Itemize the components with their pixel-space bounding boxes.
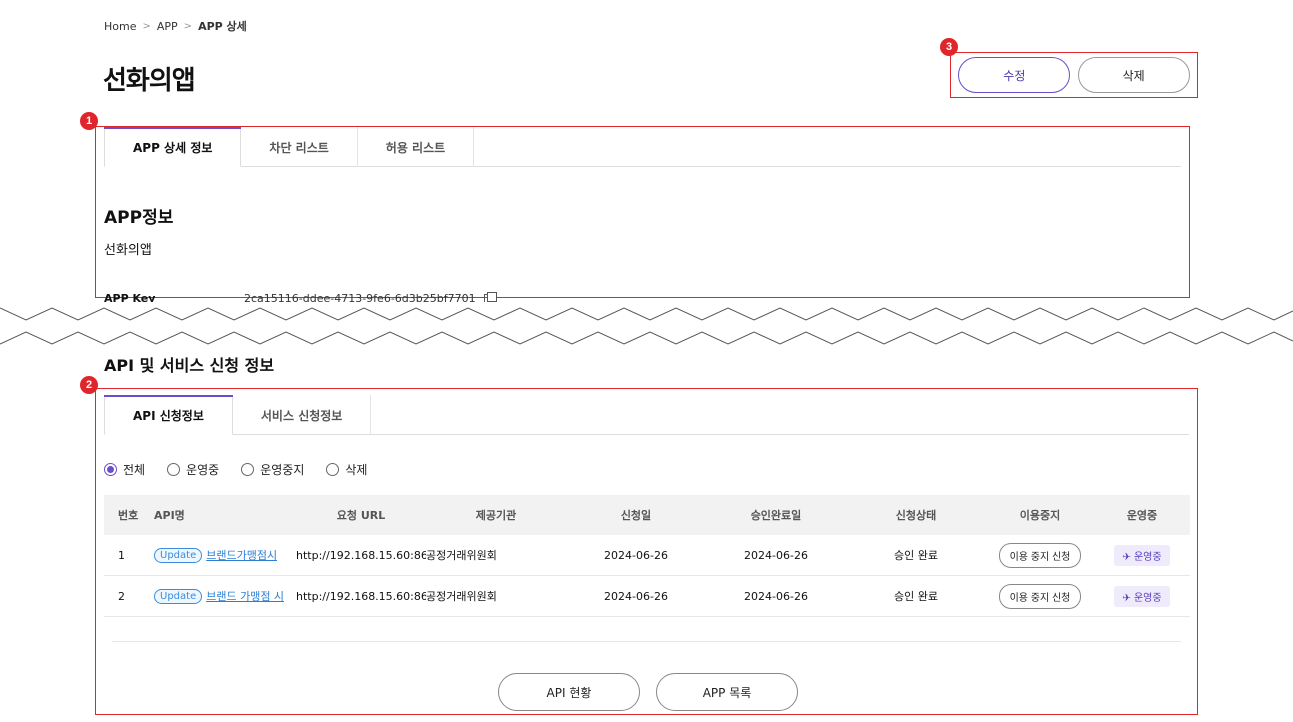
row-no: 1	[118, 548, 125, 562]
filter-label: 전체	[123, 463, 146, 477]
running-badge: ✈ 운영중	[1114, 585, 1170, 607]
bottom-actions: API 현황 APP 목록	[498, 673, 798, 711]
breadcrumb-app[interactable]: APP	[157, 20, 178, 33]
tab-allow-list[interactable]: 허용 리스트	[358, 127, 475, 167]
row-no: 2	[118, 589, 125, 603]
tab-block-list[interactable]: 차단 리스트	[241, 127, 358, 167]
page-break-divider	[0, 302, 1293, 345]
col-header-status: 신청상태	[895, 509, 937, 522]
col-header-approved: 승인완료일	[750, 509, 802, 522]
col-header-no: 번호	[118, 509, 139, 522]
row-approved-date: 2024-06-26	[744, 589, 808, 603]
app-info-section: APP 상세 정보 차단 리스트 허용 리스트 APP정보 선화의앱	[95, 126, 1190, 298]
stop-request-button[interactable]: 이용 중지 신청	[998, 583, 1082, 609]
col-header-url: 요청 URL	[336, 509, 386, 522]
app-info-title: APP정보	[104, 208, 174, 228]
radio-icon	[241, 463, 255, 476]
app-name: 선화의앱	[104, 243, 152, 258]
radio-icon	[167, 463, 181, 476]
top-actions: 수정 삭제	[950, 52, 1198, 98]
row-org: 공정거래위원회	[426, 590, 497, 603]
filter-label: 삭제	[345, 463, 368, 477]
update-badge: Update	[154, 588, 203, 604]
api-status-button[interactable]: API 현황	[498, 673, 640, 711]
radio-checked-icon	[104, 463, 117, 476]
col-header-org: 제공기관	[475, 509, 517, 522]
table-row: 2 Update 브랜드 가맹점 시 http://192.168.15.60:…	[104, 576, 1190, 617]
app-tabs: APP 상세 정보 차단 리스트 허용 리스트	[104, 127, 1181, 167]
filter-stopped[interactable]: 운영중지	[241, 461, 304, 478]
row-running-cell: ✈ 운영중	[1094, 544, 1190, 566]
table-row: 1 Update 브랜드가맹점시 http://192.168.15.60:86…	[104, 535, 1190, 576]
breadcrumb-current: APP 상세	[198, 20, 247, 33]
row-stop-cell: 이용 중지 신청	[986, 542, 1094, 568]
filter-deleted[interactable]: 삭제	[326, 461, 367, 478]
tab-api-application[interactable]: API 신청정보	[104, 395, 233, 435]
api-name-link[interactable]: 브랜드가맹점시	[206, 547, 277, 563]
filter-label: 운영중	[186, 463, 220, 477]
col-header-running: 운영중	[1126, 509, 1158, 522]
delete-button[interactable]: 삭제	[1077, 57, 1190, 93]
radio-icon	[326, 463, 340, 476]
row-url: http://192.168.15.60:86...	[296, 589, 426, 603]
row-applied-date: 2024-06-26	[604, 589, 668, 603]
table-divider	[112, 641, 1181, 642]
table-header: 번호 API명 요청 URL 제공기관 신청일 승인완료일 신청상태 이용중지 …	[104, 495, 1190, 535]
api-tabs: API 신청정보 서비스 신청정보	[104, 395, 1189, 435]
app-list-button[interactable]: APP 목록	[656, 673, 798, 711]
update-badge: Update	[154, 547, 203, 563]
row-running-cell: ✈ 운영중	[1094, 585, 1190, 607]
col-header-stop: 이용중지	[1019, 509, 1061, 522]
api-info-section: API 신청정보 서비스 신청정보 전체 운영중 운영중지 삭제 번호 API명…	[95, 388, 1198, 715]
stop-request-button[interactable]: 이용 중지 신청	[998, 542, 1082, 568]
row-status: 승인 완료	[894, 590, 938, 603]
row-api-name: Update 브랜드 가맹점 시	[154, 588, 296, 604]
running-badge: ✈ 운영중	[1114, 544, 1170, 566]
running-label: 운영중	[1133, 551, 1162, 563]
row-status: 승인 완료	[894, 549, 938, 562]
breadcrumb-separator: >	[142, 20, 151, 32]
status-filter: 전체 운영중 운영중지 삭제	[104, 461, 367, 478]
filter-running[interactable]: 운영중	[167, 461, 219, 478]
filter-all[interactable]: 전체	[104, 461, 145, 478]
row-applied-date: 2024-06-26	[604, 548, 668, 562]
row-org: 공정거래위원회	[426, 549, 497, 562]
row-api-name: Update 브랜드가맹점시	[154, 547, 296, 563]
breadcrumb: Home > APP > APP 상세	[104, 18, 247, 34]
edit-button[interactable]: 수정	[958, 57, 1071, 93]
col-header-api-name: API명	[154, 509, 185, 522]
api-table: 번호 API명 요청 URL 제공기관 신청일 승인완료일 신청상태 이용중지 …	[104, 495, 1190, 617]
breadcrumb-separator: >	[183, 20, 193, 32]
tab-service-application[interactable]: 서비스 신청정보	[233, 395, 372, 435]
running-label: 운영중	[1133, 592, 1162, 604]
row-url: http://192.168.15.60:86...	[296, 548, 426, 562]
col-header-applied: 신청일	[620, 509, 652, 522]
row-approved-date: 2024-06-26	[744, 548, 808, 562]
tab-app-detail[interactable]: APP 상세 정보	[104, 127, 242, 167]
page-title: 선화의앱	[103, 66, 196, 96]
api-section-title: API 및 서비스 신청 정보	[104, 356, 275, 375]
api-name-link[interactable]: 브랜드 가맹점 시	[206, 588, 284, 604]
breadcrumb-home[interactable]: Home	[104, 20, 136, 33]
filter-label: 운영중지	[260, 463, 305, 477]
row-stop-cell: 이용 중지 신청	[986, 583, 1094, 609]
